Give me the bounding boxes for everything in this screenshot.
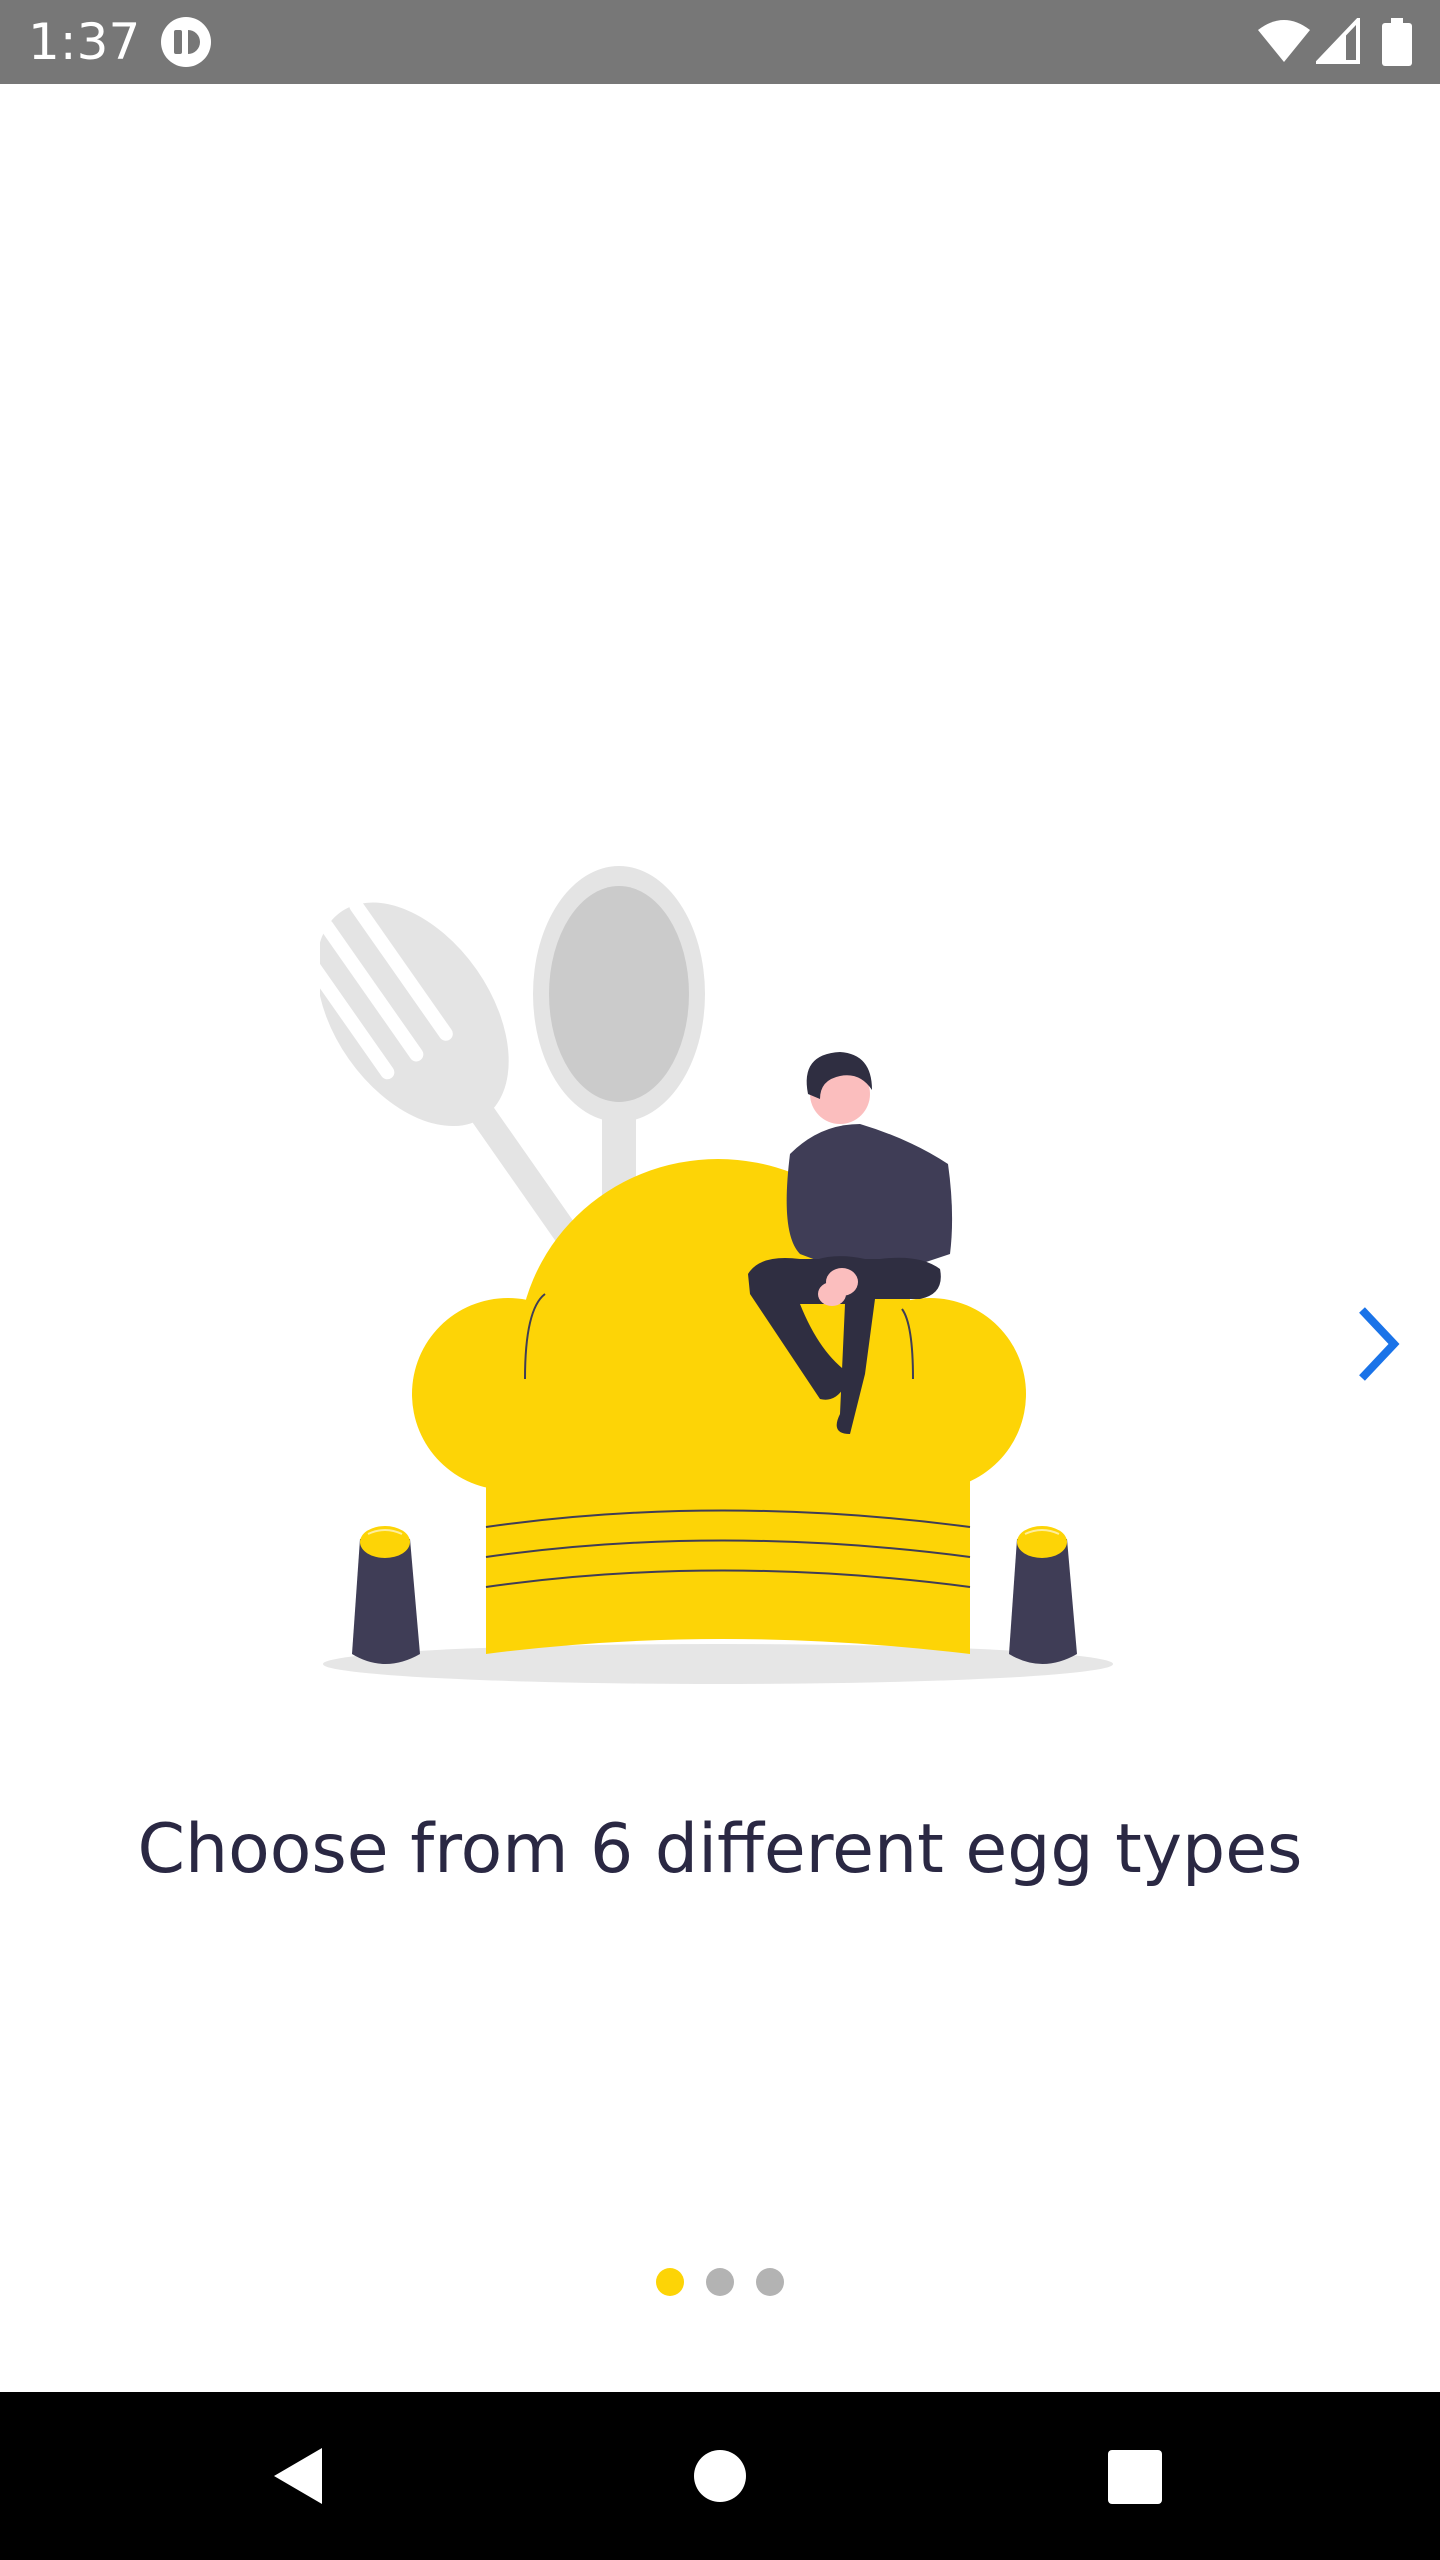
onboarding-screen[interactable]: Choose from 6 different egg types <box>0 84 1440 2392</box>
battery-icon <box>1382 18 1412 66</box>
onboarding-title: Choose from 6 different egg types <box>137 1810 1303 1889</box>
chef-hat-illustration <box>320 866 1113 1684</box>
pager-dot-3[interactable] <box>756 2268 784 2296</box>
status-time: 1:37 <box>28 13 141 71</box>
status-bar: 1:37 <box>0 0 1440 84</box>
pager-dot-1[interactable] <box>656 2268 684 2296</box>
home-icon[interactable] <box>694 2450 746 2502</box>
page-indicator <box>0 2262 1440 2302</box>
chevron-right-icon[interactable] <box>1348 1304 1408 1384</box>
wifi-icon <box>1258 20 1310 62</box>
recents-icon[interactable] <box>1108 2450 1162 2504</box>
back-icon[interactable] <box>268 2444 332 2508</box>
app-notification-icon <box>161 17 211 67</box>
system-nav-bar <box>0 2392 1440 2560</box>
cell-signal-icon <box>1316 18 1360 64</box>
pager-dot-2[interactable] <box>706 2268 734 2296</box>
